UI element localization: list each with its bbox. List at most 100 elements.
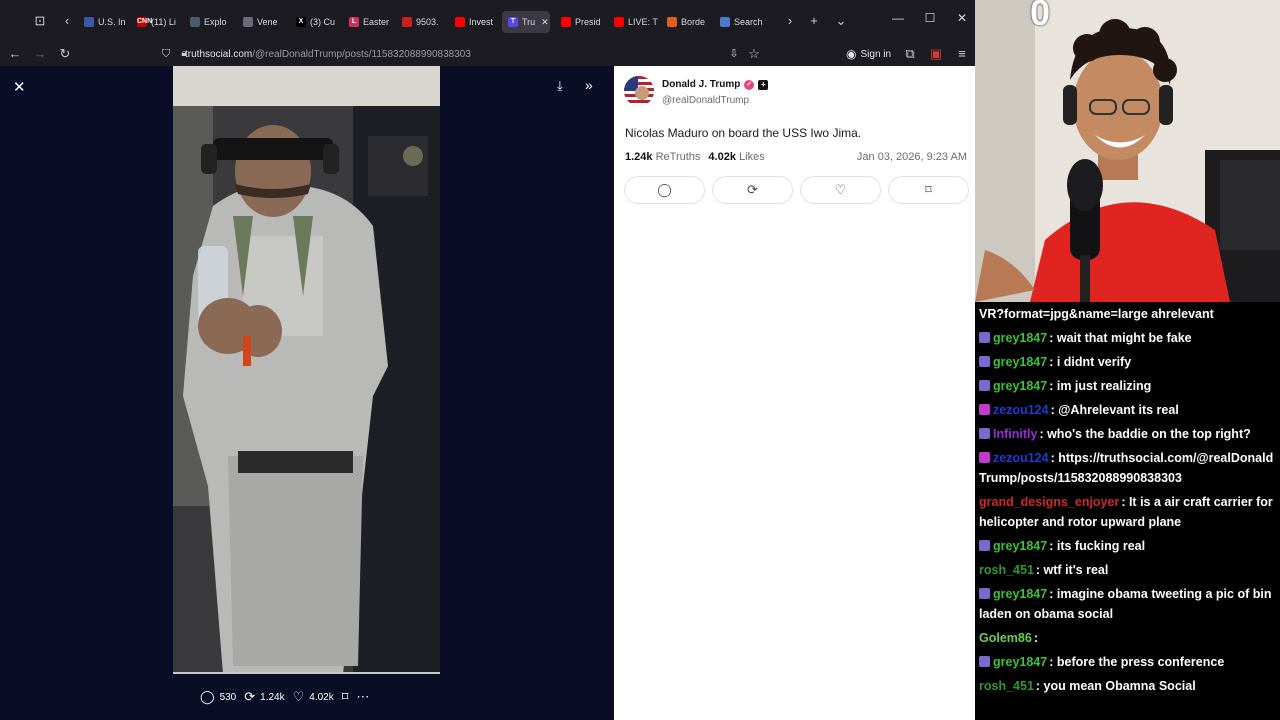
subscriber-badge-icon bbox=[979, 380, 990, 391]
browser-tab[interactable]: L Easter bbox=[343, 11, 394, 33]
reload-icon[interactable]: ↻ bbox=[56, 45, 74, 63]
chat-username[interactable]: grey1847 bbox=[993, 539, 1047, 553]
chat-message: grey1847: i didnt verify bbox=[975, 350, 1280, 374]
flag-avatar-image bbox=[624, 76, 654, 106]
list-tabs-icon[interactable]: ⌄ bbox=[832, 12, 850, 30]
chat-username[interactable]: rosh_451 bbox=[979, 563, 1034, 577]
chat-fragment: VR?format=jpg&name=large ahrelevant bbox=[979, 307, 1214, 321]
browser-tab[interactable]: CNN (11) Li bbox=[131, 11, 182, 33]
chat-message: Infinitly: who's the baddie on the top r… bbox=[975, 422, 1280, 446]
retruth-button[interactable]: ⟳ bbox=[712, 176, 793, 204]
minimize-icon[interactable]: — bbox=[888, 11, 908, 25]
chat-message-body: grey1847: wait that might be fake bbox=[979, 326, 1276, 350]
tab-label: U.S. In bbox=[98, 17, 126, 27]
avatar[interactable] bbox=[624, 76, 654, 106]
forward-icon[interactable]: → bbox=[31, 45, 49, 63]
browser-tab[interactable]: Search bbox=[714, 11, 765, 33]
chat-message-body: zezou124: https://truthsocial.com/@realD… bbox=[979, 446, 1276, 490]
browser-tab[interactable]: Presid bbox=[555, 11, 606, 33]
url-text[interactable]: truthsocial.com/@realDonaldTrump/posts/1… bbox=[185, 49, 471, 60]
chat-username[interactable]: zezou124 bbox=[993, 403, 1049, 417]
reply-icon: ◯ bbox=[200, 689, 215, 704]
chat-message-body: grey1847: i didnt verify bbox=[979, 350, 1276, 374]
browser-tab[interactable]: U.S. In bbox=[78, 11, 129, 33]
browser-tab[interactable]: Invest bbox=[449, 11, 500, 33]
close-media-icon[interactable]: ✕ bbox=[13, 78, 26, 96]
chat-text: : who's the baddie on the top right? bbox=[1039, 427, 1251, 441]
author-handle[interactable]: @realDonaldTrump bbox=[662, 95, 749, 106]
subscriber-badge-icon bbox=[979, 588, 990, 599]
tab-favicon-icon bbox=[455, 17, 465, 27]
scroll-tabs-right-icon[interactable]: › bbox=[781, 12, 799, 30]
back-icon[interactable]: ← bbox=[6, 45, 24, 63]
browser-tab[interactable]: Explo bbox=[184, 11, 235, 33]
retruths-stat[interactable]: 1.24k ReTruths bbox=[625, 151, 700, 163]
chat-text: : you mean Obamna Social bbox=[1035, 679, 1196, 693]
extension-badge-icon[interactable]: ▣ bbox=[927, 45, 945, 63]
chat-username[interactable]: grey1847 bbox=[993, 379, 1047, 393]
post-date: Jan 03, 2026, 9:23 AM bbox=[856, 151, 967, 163]
browser-tab[interactable]: LIVE: T bbox=[608, 11, 659, 33]
tab-close-icon[interactable]: ✕ bbox=[541, 17, 549, 28]
subscriber-badge-icon bbox=[979, 656, 990, 667]
chat-username[interactable]: Infinitly bbox=[993, 427, 1037, 441]
maximize-icon[interactable]: ☐ bbox=[920, 11, 940, 25]
chat-username[interactable]: grey1847 bbox=[993, 331, 1047, 345]
chat-username[interactable]: grand_designs_enjoyer bbox=[979, 495, 1119, 509]
author-name[interactable]: Donald J. Trump bbox=[662, 79, 740, 90]
subscriber-badge-icon bbox=[979, 452, 990, 463]
sign-in-button[interactable]: ◉ Sign in bbox=[846, 45, 891, 63]
menu-icon[interactable]: ≡ bbox=[953, 45, 971, 63]
post-photo[interactable] bbox=[173, 66, 440, 674]
post-text: Nicolas Maduro on board the USS Iwo Jima… bbox=[625, 126, 862, 140]
like-button[interactable]: ♡ 4.02k bbox=[293, 689, 334, 705]
chat-username[interactable]: grey1847 bbox=[993, 655, 1047, 669]
collapse-sidebar-icon[interactable]: » bbox=[585, 77, 593, 93]
chat-username[interactable]: Golem86 bbox=[979, 631, 1032, 645]
tab-label: 9503. bbox=[416, 17, 439, 27]
url-bar[interactable]: ⛉ 🔒︎ truthsocial.com/@realDonaldTrump/po… bbox=[155, 43, 770, 65]
chat-username[interactable]: grey1847 bbox=[993, 587, 1047, 601]
browser-tab[interactable]: Borde bbox=[661, 11, 712, 33]
chat-panel: VR?format=jpg&name=large ahrelevant grey… bbox=[975, 302, 1280, 720]
tab-overview-icon[interactable]: ⊡ bbox=[31, 12, 49, 30]
chat-username[interactable]: zezou124 bbox=[993, 451, 1049, 465]
chat-message-body: grey1847: imagine obama tweeting a pic o… bbox=[979, 582, 1276, 626]
more-options-button[interactable]: ⋯ bbox=[356, 689, 369, 705]
reply-button[interactable]: ◯ bbox=[624, 176, 705, 204]
author-row[interactable]: Donald J. Trump ✓ + bbox=[662, 79, 769, 90]
reply-button[interactable]: ◯ 530 bbox=[200, 689, 236, 705]
tab-label: Tru bbox=[522, 17, 536, 27]
chat-message: rosh_451: you mean Obamna Social bbox=[975, 674, 1280, 698]
new-tab-icon[interactable]: + bbox=[805, 12, 823, 30]
chat-username[interactable]: rosh_451 bbox=[979, 679, 1034, 693]
chat-message: Golem86: bbox=[975, 626, 1280, 650]
subscriber-badge-icon bbox=[979, 332, 990, 343]
bookmark-star-icon[interactable]: ☆ bbox=[745, 45, 763, 63]
chat-username[interactable]: grey1847 bbox=[993, 355, 1047, 369]
browser-tab[interactable]: Vene bbox=[237, 11, 288, 33]
tab-favicon-icon bbox=[243, 17, 253, 27]
close-window-icon[interactable]: ✕ bbox=[952, 11, 972, 25]
download-icon[interactable]: ⤓ bbox=[557, 78, 563, 94]
browser-tab[interactable]: X (3) Cu bbox=[290, 11, 341, 33]
site-info-icon[interactable]: ⛉ bbox=[157, 45, 175, 63]
chat-message: rosh_451: wtf it's real bbox=[975, 558, 1280, 582]
bookmark-button[interactable]: ⌑ bbox=[888, 176, 969, 204]
chat-message-body: grey1847: before the press conference bbox=[979, 650, 1276, 674]
save-page-icon[interactable]: ⇩ bbox=[725, 45, 743, 63]
bookmark-button[interactable]: ⌑ bbox=[342, 689, 349, 705]
subscriber-badge-icon bbox=[979, 428, 990, 439]
chat-message: zezou124: @Ahrelevant its real bbox=[975, 398, 1280, 422]
extensions-icon[interactable]: ⧉ bbox=[901, 45, 919, 63]
bookmark-icon: ⌑ bbox=[341, 689, 349, 704]
retruth-button[interactable]: ⟳ 1.24k bbox=[244, 689, 284, 705]
scroll-tabs-left-icon[interactable]: ‹ bbox=[58, 12, 76, 30]
heart-icon: ♡ bbox=[834, 182, 847, 197]
like-button[interactable]: ♡ bbox=[800, 176, 881, 204]
browser-tab[interactable]: 9503. bbox=[396, 11, 447, 33]
webcam-counter: 0 bbox=[1030, 0, 1051, 33]
account-icon: ◉ bbox=[846, 47, 857, 61]
likes-stat[interactable]: 4.02k Likes bbox=[708, 151, 764, 163]
browser-tab[interactable]: T Tru ✕ bbox=[502, 11, 550, 33]
